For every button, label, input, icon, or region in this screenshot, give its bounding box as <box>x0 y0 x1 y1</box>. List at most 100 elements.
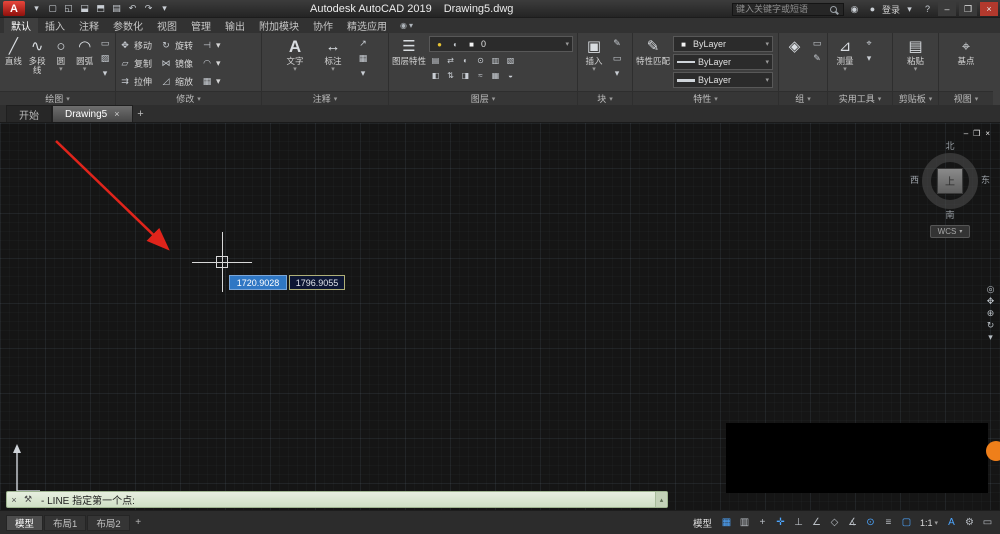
doc-minimize-icon[interactable]: – <box>964 130 968 138</box>
command-prompt[interactable]: - LINE 指定第一个点: <box>35 492 655 507</box>
layer-tool-icon[interactable]: ◨ <box>459 69 472 82</box>
hatch-icon[interactable]: ▨ <box>98 52 112 65</box>
line-tool[interactable]: ╱ 直线 <box>3 35 24 66</box>
ribbon-tab-view[interactable]: 视图 <box>150 18 184 33</box>
command-close-icon[interactable]: × <box>7 492 21 507</box>
save-icon[interactable]: ⬓ <box>77 2 92 16</box>
grid-toggle-icon[interactable]: ▦ <box>718 514 735 531</box>
layer-tool-icon[interactable]: ◐ <box>459 54 472 67</box>
leader-icon[interactable]: ↗ <box>356 37 370 50</box>
file-tab-drawing5[interactable]: Drawing5 × <box>52 105 133 122</box>
ribbon-tab-collaborate[interactable]: 协作 <box>306 18 340 33</box>
window-restore-button[interactable]: ❒ <box>959 2 977 16</box>
array-tool[interactable]: ▦ ▾ <box>201 73 221 90</box>
lineweight-toggle-icon[interactable]: ≡ <box>880 514 897 531</box>
utilities-more-caret-icon[interactable]: ▾ <box>862 52 876 65</box>
command-customize-wrench-icon[interactable]: ⚒ <box>21 492 35 507</box>
workspace-gear-icon[interactable]: ⚙ <box>961 514 978 531</box>
panel-label-layers[interactable]: 图层 ▾ <box>389 91 577 105</box>
object-snap-icon[interactable]: ⊙ <box>862 514 879 531</box>
panel-label-utilities[interactable]: 实用工具 ▾ <box>828 91 892 105</box>
dynamic-input-toggle-icon[interactable]: ✛ <box>772 514 789 531</box>
layer-tool-icon[interactable]: ▧ <box>504 54 517 67</box>
viewcube-top-face[interactable]: 上 <box>937 167 963 194</box>
layer-tool-icon[interactable]: ▥ <box>489 54 502 67</box>
ribbon-tab-annotate[interactable]: 注释 <box>72 18 106 33</box>
text-tool[interactable]: A 文字 ▾ <box>280 35 310 74</box>
sign-in-button[interactable]: ● 登录 ▾ <box>865 2 917 16</box>
panel-label-draw[interactable]: 绘图 ▾ <box>0 91 115 105</box>
steering-wheel-icon[interactable]: ◎ <box>987 285 995 294</box>
snap-toggle-icon[interactable]: ▥ <box>736 514 753 531</box>
selection-cycling-icon[interactable]: ▢ <box>898 514 915 531</box>
layer-tool-icon[interactable]: ◧ <box>429 69 442 82</box>
rotate-tool[interactable]: ↻ 旋转 <box>160 37 193 54</box>
group-tool[interactable]: ◈ <box>782 35 807 56</box>
scale-tool[interactable]: ◿ 缩放 <box>160 73 193 90</box>
model-space-toggle[interactable]: 模型 <box>693 516 712 530</box>
command-scroll-icon[interactable]: ▴ <box>655 492 667 507</box>
copy-tool[interactable]: ▱ 复制 <box>119 55 152 72</box>
window-close-button[interactable]: × <box>980 2 998 16</box>
layer-tool-icon[interactable]: ▦ <box>489 69 502 82</box>
autodesk-account-icon[interactable]: ◉ <box>847 2 862 16</box>
window-minimize-button[interactable]: – <box>938 2 956 16</box>
panel-label-properties[interactable]: 特性 ▾ <box>633 91 778 105</box>
clean-screen-icon[interactable]: ▭ <box>979 514 996 531</box>
ribbon-tab-parametric[interactable]: 参数化 <box>106 18 150 33</box>
lineweight-dropdown[interactable]: ByLayer ▾ <box>673 72 773 88</box>
pan-icon[interactable]: ✥ <box>987 297 995 306</box>
layer-tool-icon[interactable]: ⇄ <box>444 54 457 67</box>
infer-constraints-icon[interactable]: + <box>754 514 771 531</box>
new-layout-button[interactable]: + <box>131 515 146 530</box>
block-edit-icon[interactable]: ▭ <box>610 52 624 65</box>
file-tab-close-icon[interactable]: × <box>114 109 119 119</box>
new-file-icon[interactable]: ▢ <box>45 2 60 16</box>
app-logo-icon[interactable]: A <box>3 1 25 16</box>
annotation-scale-control[interactable]: 1:1 ▾ <box>916 518 942 528</box>
viewcube[interactable]: 北 西 上 东 南 WCS ▾ <box>908 141 992 238</box>
annotation-visibility-icon[interactable]: A <box>943 514 960 531</box>
layer-tool-icon[interactable]: ⇅ <box>444 69 457 82</box>
search-input[interactable] <box>735 4 827 14</box>
panel-label-group[interactable]: 组 ▾ <box>779 91 827 105</box>
panel-label-annotate[interactable]: 注释 ▾ <box>262 91 388 105</box>
search-icon[interactable] <box>829 5 837 13</box>
search-box[interactable] <box>731 2 844 16</box>
layer-properties-tool[interactable]: ☰ 图层特性 <box>392 35 426 66</box>
polyline-tool[interactable]: ∿ 多段线 <box>27 35 48 76</box>
table-icon[interactable]: ▦ <box>356 52 370 65</box>
save-as-icon[interactable]: ⬒ <box>93 2 108 16</box>
ribbon-tab-output[interactable]: 输出 <box>218 18 252 33</box>
plot-icon[interactable]: ▤ <box>109 2 124 16</box>
layer-tool-icon[interactable]: ◒ <box>504 69 517 82</box>
annotate-more-caret-icon[interactable]: ▾ <box>356 67 370 80</box>
navbar-more-caret-icon[interactable]: ▾ <box>988 333 993 342</box>
mirror-tool[interactable]: ⋈ 镜像 <box>160 55 194 72</box>
viewcube-compass-ring[interactable]: 上 <box>922 152 978 209</box>
base-point-tool[interactable]: ⌖ 基点 <box>951 35 981 66</box>
ribbon-collapse-caret-icon[interactable]: ▾ <box>409 21 413 30</box>
file-tab-start[interactable]: 开始 <box>6 105 52 122</box>
rectangle-icon[interactable]: ▭ <box>98 37 112 50</box>
ribbon-tab-insert[interactable]: 插入 <box>38 18 72 33</box>
circle-tool[interactable]: ○ 圆 ▾ <box>51 35 72 74</box>
match-properties-tool[interactable]: ✎ 特性匹配 <box>636 35 670 66</box>
fillet-tool[interactable]: ◠ ▾ <box>201 55 220 72</box>
layer-select-dropdown[interactable]: ● ◐ ■ 0 ▾ <box>429 36 573 52</box>
open-file-icon[interactable]: ◱ <box>61 2 76 16</box>
trim-tool[interactable]: ⊣ ▾ <box>201 37 220 54</box>
isometric-drafting-icon[interactable]: ◇ <box>826 514 843 531</box>
move-tool[interactable]: ✥ 移动 <box>119 37 152 54</box>
dimension-tool[interactable]: ↔ 标注 ▾ <box>318 35 348 74</box>
panel-label-view[interactable]: 视图 ▾ <box>939 91 993 105</box>
layer-tool-icon[interactable]: ⊙ <box>474 54 487 67</box>
command-line[interactable]: × ⚒ - LINE 指定第一个点: ▴ <box>6 491 668 508</box>
layout-tab-model[interactable]: 模型 <box>6 514 44 531</box>
ribbon-tab-addins[interactable]: 附加模块 <box>252 18 306 33</box>
ribbon-tab-featured-apps[interactable]: 精选应用 <box>340 18 394 33</box>
block-more-caret-icon[interactable]: ▾ <box>610 67 624 80</box>
stretch-tool[interactable]: ⇉ 拉伸 <box>119 73 152 90</box>
layer-tool-icon[interactable]: ≈ <box>474 69 487 82</box>
wcs-dropdown[interactable]: WCS ▾ <box>929 224 971 238</box>
